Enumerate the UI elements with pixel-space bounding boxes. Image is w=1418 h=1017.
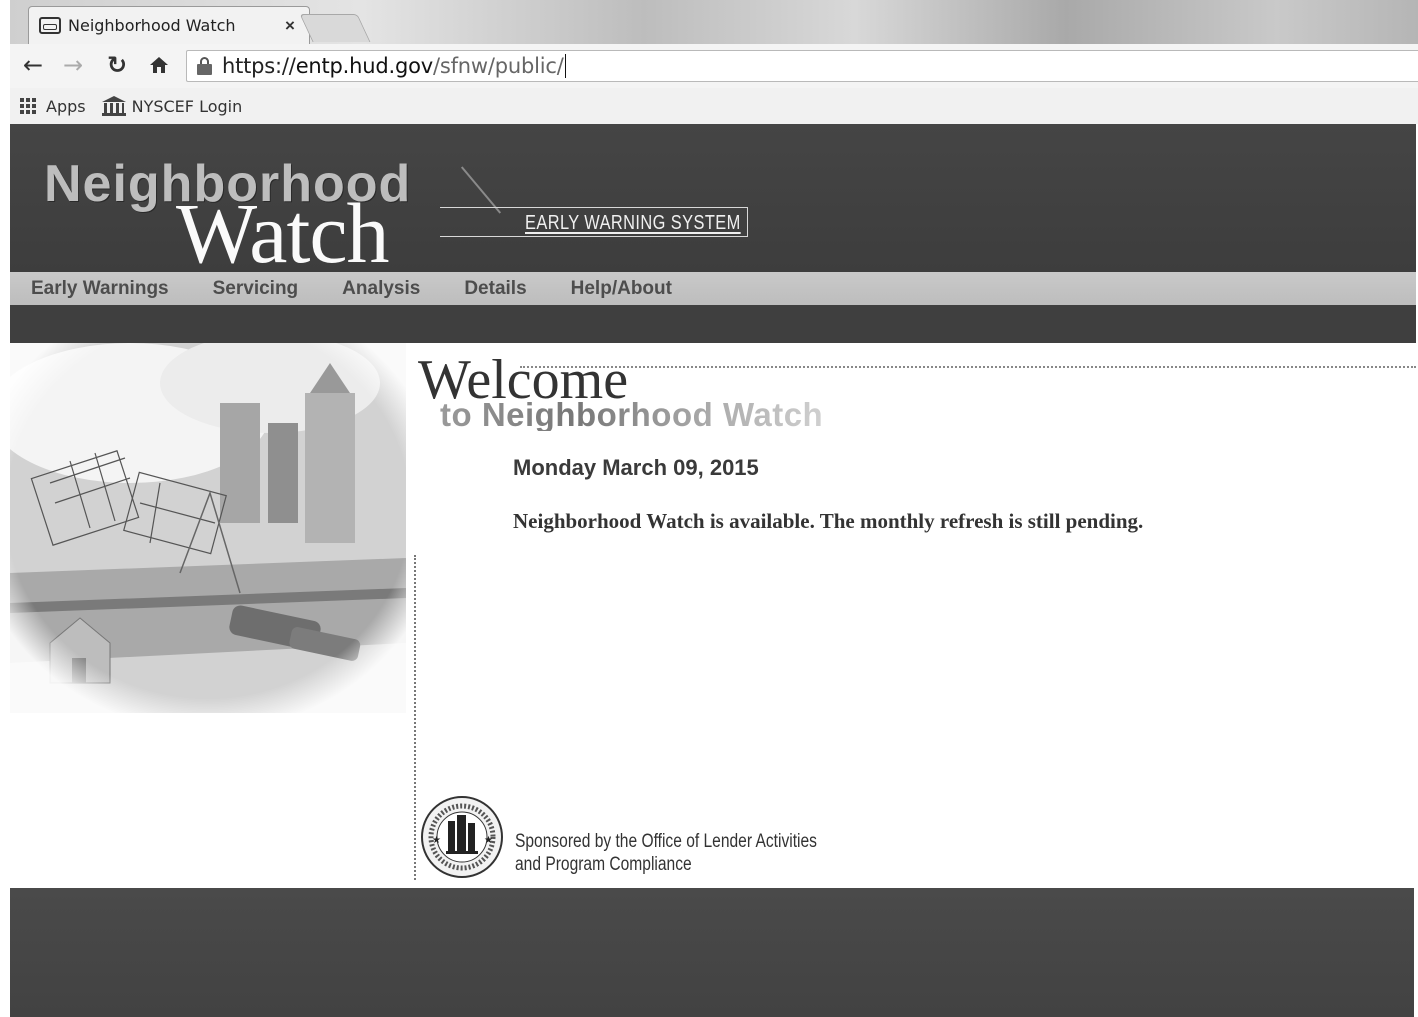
nav-early-warnings[interactable]: Early Warnings	[31, 278, 169, 300]
text-caret	[564, 54, 566, 78]
bookmarks-bar: Apps NYSCEF Login	[10, 88, 1418, 124]
browser-tab-strip: Neighborhood Watch ×	[10, 0, 1418, 44]
back-arrow-icon[interactable]: ←	[18, 50, 48, 80]
dotted-divider-horizontal	[520, 366, 1416, 368]
address-bar[interactable]: https://entp.hud.gov/sfnw/public/	[186, 50, 1418, 82]
apps-grid-icon	[20, 98, 38, 114]
tab-favicon-icon	[39, 17, 61, 34]
svg-text:★: ★	[484, 835, 493, 846]
tab-title: Neighborhood Watch	[68, 16, 236, 35]
reload-icon[interactable]: ↻	[102, 50, 132, 80]
logo-tagline: EARLY WARNING SYSTEM	[525, 212, 741, 234]
nav-analysis[interactable]: Analysis	[342, 278, 420, 300]
browser-toolbar: ← → ↻ https://entp.hud.gov/sfnw/public/	[10, 44, 1418, 88]
lock-icon	[197, 57, 212, 75]
browser-tab[interactable]: Neighborhood Watch ×	[28, 6, 310, 44]
svg-text:★: ★	[432, 835, 441, 846]
bookmark-nyscef-label: NYSCEF Login	[131, 96, 243, 116]
main-navigation: Early Warnings Servicing Analysis Detail…	[10, 272, 1416, 305]
nav-details[interactable]: Details	[464, 278, 526, 300]
logo-watch-text: Watch	[176, 185, 390, 272]
site-footer	[10, 888, 1414, 1017]
nav-help-about[interactable]: Help/About	[571, 278, 672, 300]
header-dark-band	[10, 305, 1416, 343]
hud-seal-icon: ★ ★	[416, 795, 508, 879]
sponsor-line-2: and Program Compliance	[515, 854, 692, 875]
bank-building-icon	[101, 96, 126, 116]
new-tab-button[interactable]	[299, 14, 371, 42]
bookmark-apps[interactable]: Apps	[20, 97, 86, 116]
home-icon[interactable]	[144, 50, 174, 80]
nav-servicing[interactable]: Servicing	[213, 278, 299, 300]
sponsor-text: Sponsored by the Office of Lender Activi…	[515, 830, 817, 876]
neighborhood-collage-image	[10, 343, 406, 713]
welcome-subtitle: to Neighborhood Watch	[440, 396, 824, 433]
bookmark-nyscef-login[interactable]: NYSCEF Login	[101, 96, 243, 116]
tab-close-icon[interactable]: ×	[281, 16, 299, 36]
forward-arrow-icon[interactable]: →	[58, 50, 88, 80]
site-header-banner: Neighborhood Watch EARLY WARNING SYSTEM	[10, 124, 1416, 272]
sponsor-line-1: Sponsored by the Office of Lender Activi…	[515, 831, 817, 852]
current-date: Monday March 09, 2015	[513, 455, 759, 480]
availability-status-message: Neighborhood Watch is available. The mon…	[513, 509, 1144, 533]
bookmark-apps-label: Apps	[46, 96, 86, 116]
url-text: https://entp.hud.gov/sfnw/public/	[222, 54, 564, 78]
